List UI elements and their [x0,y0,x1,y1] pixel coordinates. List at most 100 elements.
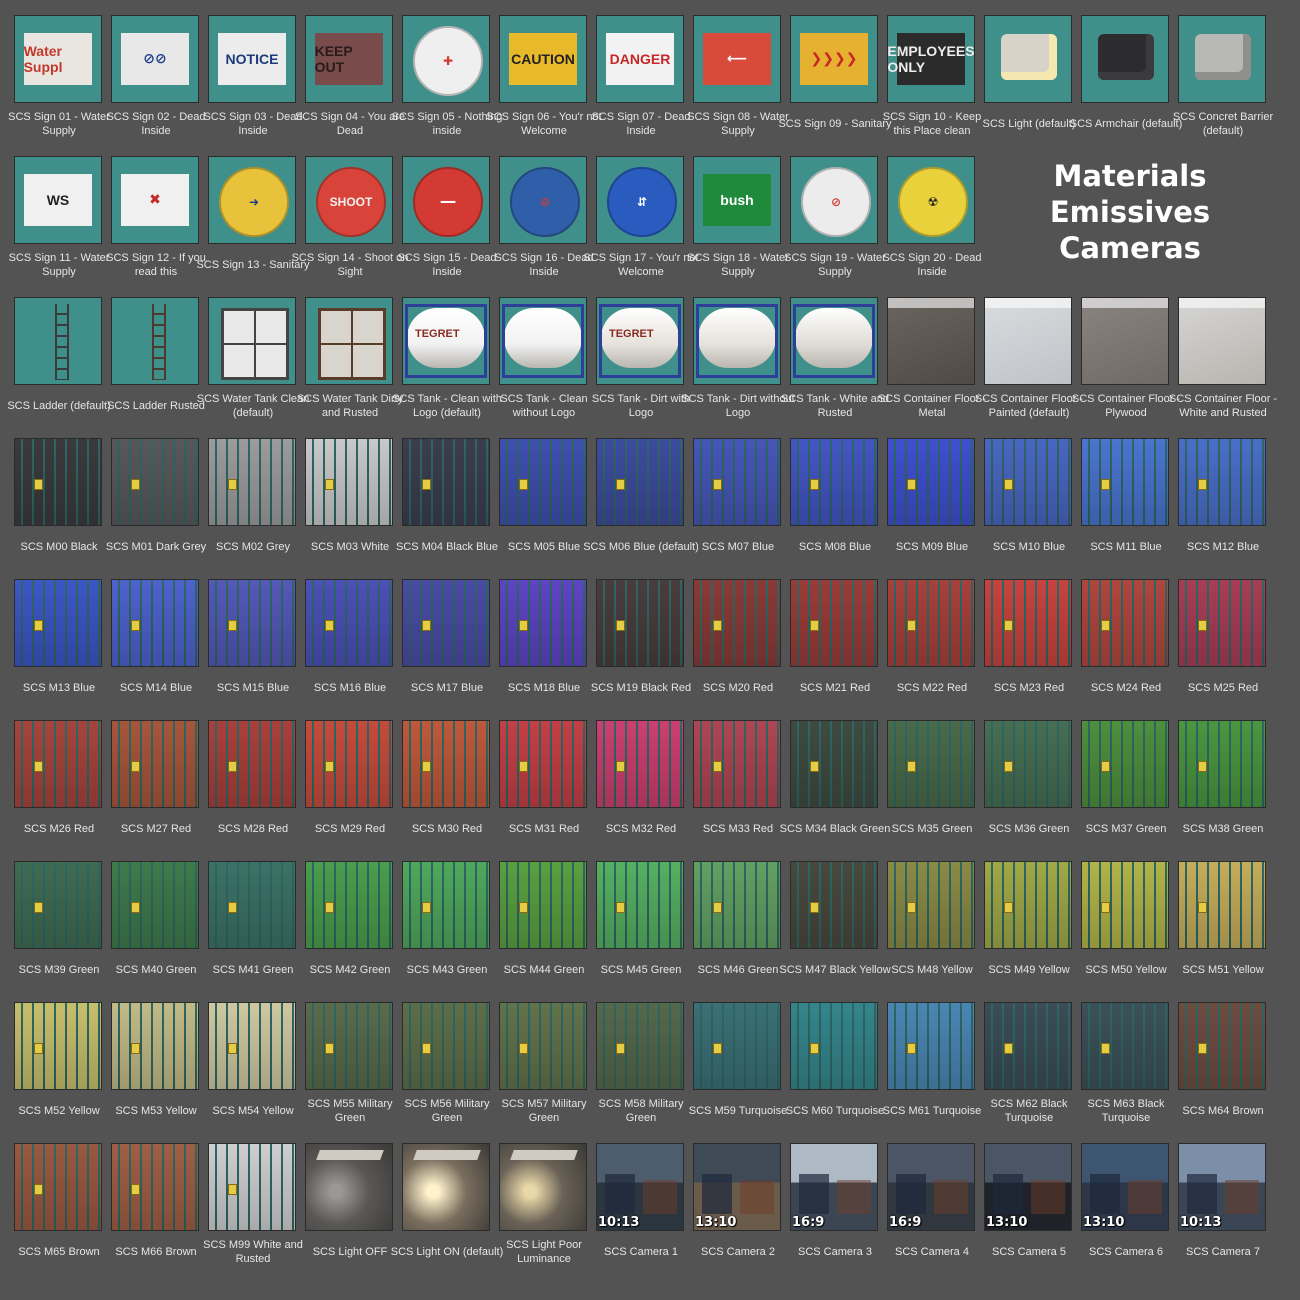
asset-tile[interactable]: SCS M13 Blue [0,564,102,705]
asset-thumbnail[interactable] [111,438,199,526]
asset-thumbnail[interactable] [1081,579,1169,667]
asset-thumbnail[interactable] [887,438,975,526]
asset-thumbnail[interactable] [790,297,878,385]
asset-tile[interactable]: SCS M52 Yellow [0,987,102,1128]
asset-tile[interactable]: SCS M66 Brown [97,1128,199,1269]
asset-thumbnail[interactable] [402,579,490,667]
asset-tile[interactable]: SCS M23 Red [970,564,1072,705]
asset-tile[interactable]: SCS M17 Blue [388,564,490,705]
asset-thumbnail[interactable] [1178,297,1266,385]
asset-thumbnail[interactable] [984,720,1072,808]
asset-tile[interactable]: 13:10 SCS Camera 5 [970,1128,1072,1269]
asset-thumbnail[interactable] [208,720,296,808]
asset-thumbnail[interactable] [499,861,587,949]
asset-thumbnail[interactable]: ━━ [402,156,490,244]
asset-tile[interactable]: SCS Light (default) [970,0,1075,141]
asset-thumbnail[interactable]: ✚ [402,15,490,103]
asset-tile[interactable]: SCS Container Floor - White and Rusted [1164,282,1277,423]
asset-thumbnail[interactable] [14,438,102,526]
asset-tile[interactable]: Water Suppl SCS Sign 01 - Water Supply [0,0,110,141]
asset-thumbnail[interactable]: ➜ [208,156,296,244]
asset-thumbnail[interactable] [14,720,102,808]
asset-thumbnail[interactable] [596,720,684,808]
asset-tile[interactable]: SCS Light OFF [291,1128,393,1269]
asset-tile[interactable]: SCS M16 Blue [291,564,393,705]
asset-tile[interactable]: SCS M30 Red [388,705,490,846]
asset-tile[interactable]: SCS M36 Green [970,705,1072,846]
asset-tile[interactable]: SCS M12 Blue [1164,423,1266,564]
asset-tile[interactable]: SCS M53 Yellow [97,987,199,1128]
asset-thumbnail[interactable] [693,579,781,667]
asset-thumbnail[interactable] [111,1143,199,1231]
asset-thumbnail[interactable] [1081,15,1169,103]
asset-thumbnail[interactable] [1081,438,1169,526]
asset-tile[interactable]: TEGRET SCS Tank - Clean with Logo (defau… [388,282,502,423]
asset-thumbnail[interactable] [402,438,490,526]
asset-tile[interactable]: SCS M28 Red [194,705,296,846]
asset-thumbnail[interactable]: CAUTION [499,15,587,103]
asset-thumbnail[interactable] [984,861,1072,949]
asset-thumbnail[interactable] [305,438,393,526]
asset-thumbnail[interactable]: TEGRET [596,297,684,385]
asset-tile[interactable]: SCS M35 Green [873,705,975,846]
asset-tile[interactable]: SCS M64 Brown [1164,987,1266,1128]
asset-tile[interactable]: SCS M61 Turquoise [873,987,981,1128]
asset-tile[interactable]: ⊘ SCS Sign 19 - Water Supply [776,141,886,282]
asset-thumbnail[interactable] [790,720,878,808]
asset-tile[interactable]: SCS M62 Black Turquoise [970,987,1072,1128]
asset-thumbnail[interactable] [1178,15,1266,103]
asset-tile[interactable]: SCS M42 Green [291,846,393,987]
asset-tile[interactable]: SCS M31 Red [485,705,587,846]
asset-thumbnail[interactable] [208,861,296,949]
asset-tile[interactable]: SCS M18 Blue [485,564,587,705]
asset-thumbnail[interactable] [790,1002,878,1090]
asset-tile[interactable]: 10:13 SCS Camera 7 [1164,1128,1266,1269]
asset-tile[interactable]: WS SCS Sign 11 - Water Supply [0,141,109,282]
asset-tile[interactable]: SCS M47 Black Yellow [776,846,891,987]
asset-tile[interactable]: SCS Ladder (default) [0,282,111,423]
asset-tile[interactable]: ✚ SCS Sign 05 - Nothing inside [388,0,502,141]
asset-thumbnail[interactable] [790,438,878,526]
asset-tile[interactable]: SCS M04 Black Blue [388,423,498,564]
asset-tile[interactable]: SCS Armchair (default) [1067,0,1182,141]
asset-thumbnail[interactable] [596,861,684,949]
asset-thumbnail[interactable] [14,861,102,949]
asset-tile[interactable]: SCS M58 Military Green [582,987,684,1128]
asset-thumbnail[interactable] [402,1143,490,1231]
asset-tile[interactable]: SHOOT SCS Sign 14 - Shoot on Sight [291,141,408,282]
asset-tile[interactable]: SCS M15 Blue [194,564,296,705]
asset-tile[interactable]: SCS M01 Dark Grey [97,423,206,564]
asset-thumbnail[interactable]: ⊘⊘ [111,15,199,103]
asset-thumbnail[interactable] [693,438,781,526]
asset-thumbnail[interactable] [14,1143,102,1231]
asset-tile[interactable]: ✖ SCS Sign 12 - If you read this [97,141,206,282]
asset-tile[interactable]: SCS M29 Red [291,705,393,846]
asset-tile[interactable]: SCS M25 Red [1164,564,1266,705]
asset-tile[interactable]: SCS Tank - Dirt without Logo [679,282,795,423]
asset-thumbnail[interactable]: ⇵ [596,156,684,244]
asset-thumbnail[interactable] [984,438,1072,526]
asset-tile[interactable]: SCS M11 Blue [1067,423,1169,564]
asset-thumbnail[interactable] [305,720,393,808]
asset-thumbnail[interactable] [111,297,199,385]
asset-tile[interactable]: SCS M57 Military Green [485,987,587,1128]
asset-tile[interactable]: SCS M60 Turquoise [776,987,884,1128]
asset-tile[interactable]: KEEP OUT SCS Sign 04 - You are Dead [291,0,405,141]
asset-tile[interactable]: SCS M40 Green [97,846,199,987]
asset-tile[interactable]: SCS M07 Blue [679,423,781,564]
asset-tile[interactable]: SCS M08 Blue [776,423,878,564]
asset-thumbnail[interactable] [984,15,1072,103]
asset-tile[interactable]: SCS M99 White and Rusted [194,1128,303,1269]
asset-tile[interactable]: SCS Light ON (default) [388,1128,503,1269]
asset-thumbnail[interactable] [402,861,490,949]
asset-thumbnail[interactable] [499,438,587,526]
asset-tile[interactable]: SCS M14 Blue [97,564,199,705]
asset-thumbnail[interactable] [887,1002,975,1090]
asset-tile[interactable]: SCS M55 Military Green [291,987,393,1128]
asset-thumbnail[interactable]: ⊘ [790,156,878,244]
asset-tile[interactable]: SCS Container Floor - Painted (default) [970,282,1083,423]
asset-tile[interactable]: bush SCS Sign 18 - Water Supply [679,141,789,282]
asset-thumbnail[interactable] [1178,438,1266,526]
asset-thumbnail[interactable] [499,1143,587,1231]
asset-tile[interactable]: SCS M03 White [291,423,393,564]
